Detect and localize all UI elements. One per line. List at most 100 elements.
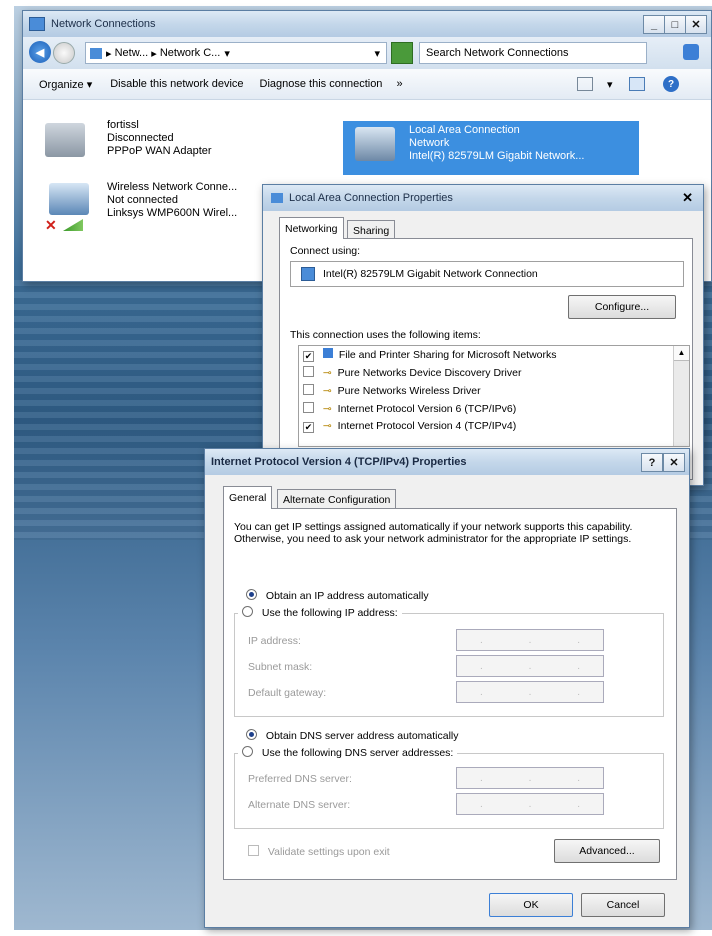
connection-device: PPPoP WAN Adapter [107,145,212,157]
lan-properties-dialog: Local Area Connection Properties ✕ Netwo… [262,184,704,486]
tab-networking[interactable]: Networking [279,217,344,239]
help-button[interactable]: ? [641,453,663,472]
general-tab-panel: You can get IP settings assigned automat… [223,508,677,880]
close-button[interactable]: ✕ [685,15,707,34]
item-checkbox[interactable]: ✔ [303,422,314,433]
subnet-mask-label: Subnet mask: [248,661,313,673]
ipv4-properties-dialog: Internet Protocol Version 4 (TCP/IPv4) P… [204,448,690,928]
item-checkbox[interactable] [303,402,314,413]
list-item[interactable]: ⊸ Pure Networks Wireless Driver [299,382,689,400]
command-bar: Organize ▾ Disable this network device D… [23,69,711,100]
lan-properties-title: Local Area Connection Properties [289,192,453,204]
radio-unselected[interactable] [242,606,253,617]
more-commands-button[interactable]: » [396,78,402,90]
chevron-down-icon[interactable]: ▾ [374,47,380,60]
wireless-computer-icon [49,183,89,215]
protocol-icon: ⊸ [322,367,332,379]
ipv4-titlebar: Internet Protocol Version 4 (TCP/IPv4) P… [205,449,689,475]
advanced-button[interactable]: Advanced... [554,839,660,863]
cancel-button[interactable]: Cancel [581,893,665,917]
lan-properties-titlebar: Local Area Connection Properties ✕ [263,185,703,211]
search-placeholder: Search Network Connections [426,47,569,59]
items-label: This connection uses the following items… [290,329,481,341]
list-scrollbar[interactable]: ▲ [673,346,689,446]
minimize-button[interactable]: _ [643,15,665,34]
maximize-button[interactable]: □ [664,15,686,34]
preferred-dns-field: ... [456,767,604,789]
adapter-icon [301,267,315,281]
computer-icon [45,123,85,157]
address-segment-2[interactable]: Network C... [160,47,221,59]
radio-selected[interactable] [246,589,257,600]
connection-status: Not connected [107,194,178,206]
networking-tab-panel: Connect using: Intel(R) 82579LM Gigabit … [279,238,693,480]
diagnose-button[interactable]: Diagnose this connection [260,78,383,90]
connection-status: Network [409,137,450,149]
radio-selected[interactable] [246,729,257,740]
connection-name: fortissl [107,119,139,131]
connection-item-local-area[interactable]: Local Area Connection Network Intel(R) 8… [343,121,639,175]
chevron-down-icon[interactable]: ▾ [607,78,613,91]
checkbox [248,845,259,856]
ok-button[interactable]: OK [489,893,573,917]
address-segment-1[interactable]: Netw... [115,47,149,59]
address-bar-row: ◀ ▸ Netw... ▸ Network C... ▾ ▾ Search Ne… [23,37,711,69]
ipv4-title: Internet Protocol Version 4 (TCP/IPv4) P… [211,456,467,468]
tab-alternate-configuration[interactable]: Alternate Configuration [277,489,397,510]
list-item[interactable]: ⊸ Internet Protocol Version 6 (TCP/IPv6) [299,400,689,418]
protocol-icon: ⊸ [322,420,332,432]
connection-item-wireless[interactable]: ✕ Wireless Network Conne... Not connecte… [45,181,285,235]
item-checkbox[interactable] [303,384,314,395]
ip-address-field: ... [456,629,604,651]
alternate-dns-field: ... [456,793,604,815]
radio-unselected[interactable] [242,746,253,757]
protocol-icon: ⊸ [322,403,332,415]
help-icon[interactable]: ? [663,76,679,92]
connection-device: Linksys WMP600N Wirel... [107,207,238,219]
address-bar[interactable]: ▸ Netw... ▸ Network C... ▾ ▾ [85,42,387,64]
static-dns-group [234,753,664,829]
search-input[interactable]: Search Network Connections [419,42,647,64]
alternate-dns-label: Alternate DNS server: [248,799,351,811]
view-options-icon[interactable] [577,77,593,91]
address-folder-icon [90,47,102,59]
list-item[interactable]: ✔ File and Printer Sharing for Microsoft… [299,346,689,364]
obtain-ip-radio[interactable]: Obtain an IP address automatically [246,589,429,602]
connection-item-fortissl[interactable]: fortissl Disconnected PPPoP WAN Adapter [45,119,285,167]
item-checkbox[interactable]: ✔ [303,351,314,362]
disable-device-button[interactable]: Disable this network device [110,78,243,90]
disconnected-x-icon: ✕ [45,217,57,233]
obtain-dns-radio[interactable]: Obtain DNS server address automatically [246,729,459,742]
preview-pane-icon[interactable] [629,77,645,91]
organize-menu[interactable]: Organize ▾ [39,78,92,91]
scroll-up-icon[interactable]: ▲ [674,346,689,361]
network-window-titlebar: Network Connections _ □ ✕ [23,11,711,37]
search-icon[interactable] [683,44,699,60]
default-gateway-field: ... [456,681,604,703]
connect-using-label: Connect using: [290,245,361,257]
items-list[interactable]: ✔ File and Printer Sharing for Microsoft… [298,345,690,447]
item-checkbox[interactable] [303,366,314,377]
list-item[interactable]: ✔ ⊸ Internet Protocol Version 4 (TCP/IPv… [299,418,689,435]
subnet-mask-field: ... [456,655,604,677]
forward-button[interactable] [53,42,75,64]
validate-checkbox: Validate settings upon exit [248,845,390,858]
preferred-dns-label: Preferred DNS server: [248,773,352,785]
configure-button[interactable]: Configure... [568,295,676,319]
refresh-button[interactable] [391,42,413,64]
close-button[interactable]: ✕ [663,453,685,472]
back-button[interactable]: ◀ [29,41,51,63]
list-item[interactable]: ⊸ Pure Networks Device Discovery Driver [299,364,689,382]
connection-status: Disconnected [107,132,174,144]
tab-general[interactable]: General [223,486,273,509]
connection-name: Local Area Connection [409,124,520,136]
ip-address-label: IP address: [248,635,301,647]
use-ip-radio[interactable]: Use the following IP address: [238,606,402,619]
use-dns-radio[interactable]: Use the following DNS server addresses: [238,746,458,759]
address-arrow-icon: ▸ [106,47,115,60]
close-button[interactable]: ✕ [682,190,693,206]
address-arrow-icon: ▸ [148,47,160,60]
lan-dialog-icon [271,193,283,203]
chevron-down-icon[interactable]: ▾ [224,47,230,60]
connection-device: Intel(R) 82579LM Gigabit Network... [409,150,585,162]
